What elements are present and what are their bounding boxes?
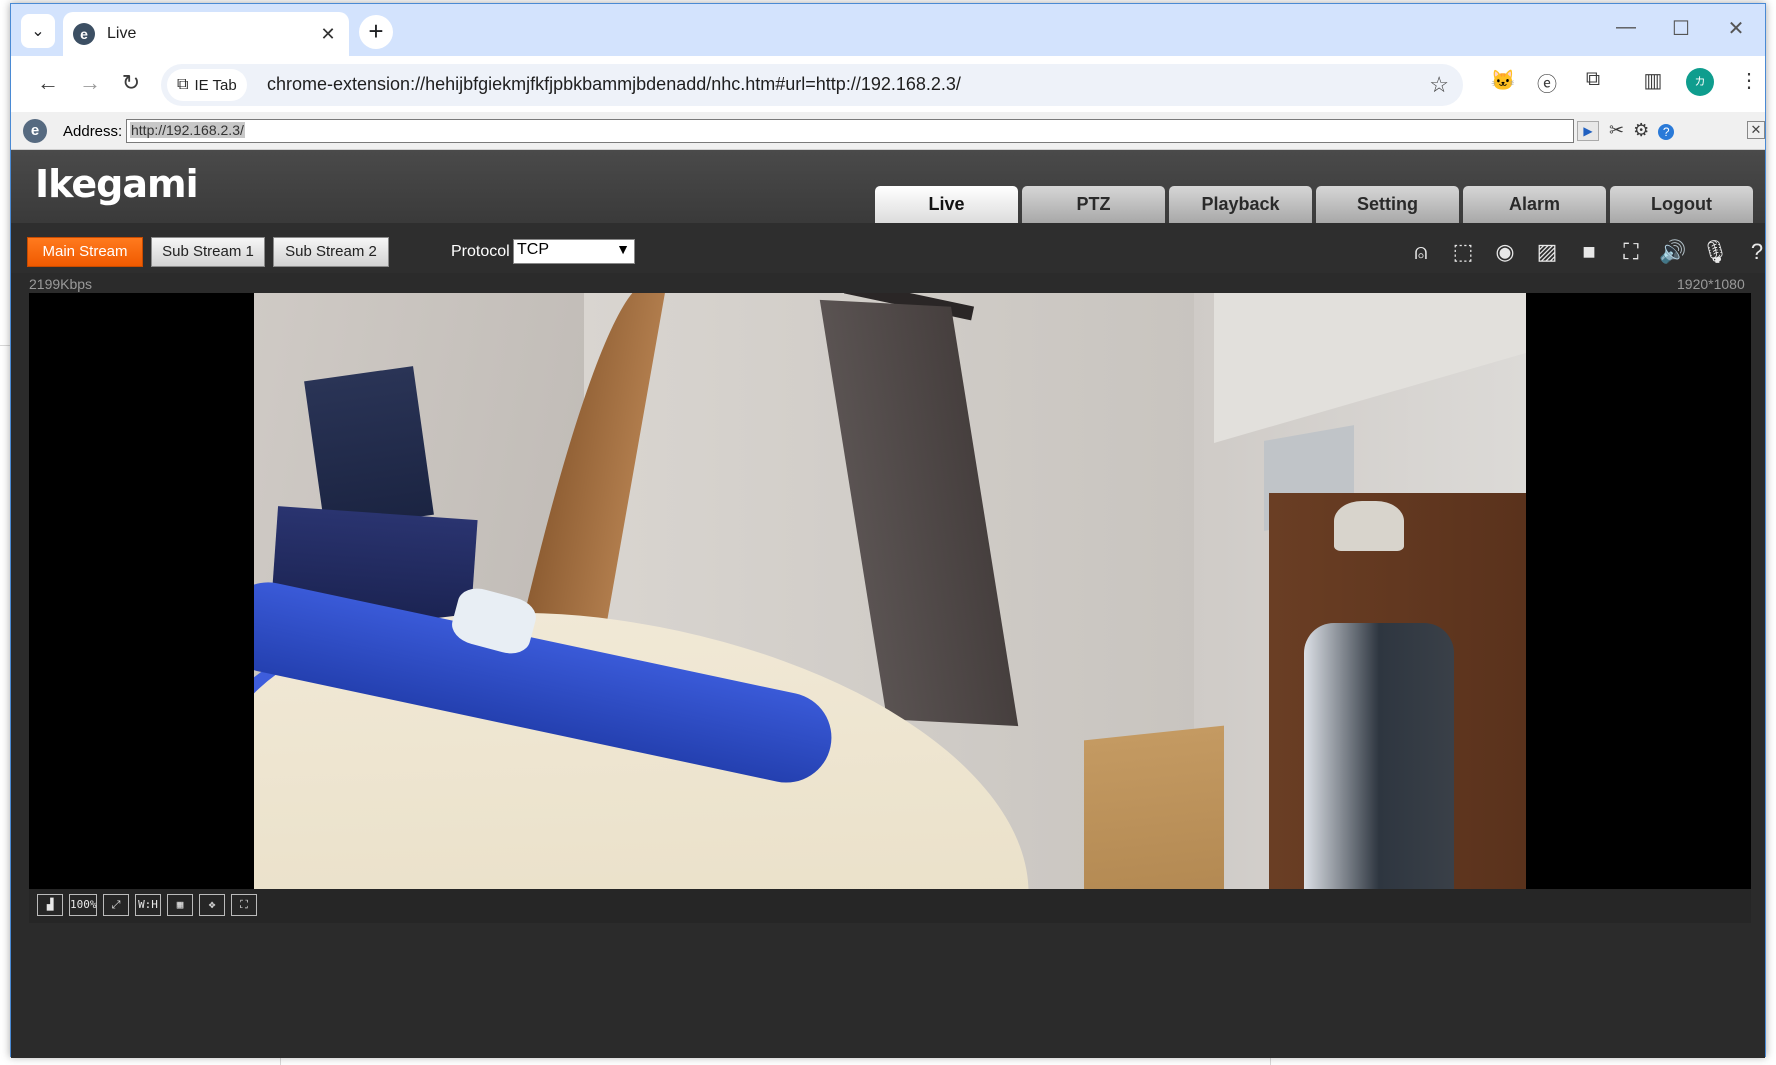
tab-title: Live	[107, 25, 137, 42]
avatar[interactable]: カ	[1686, 68, 1714, 96]
chevron-down-icon: ▼	[616, 241, 630, 257]
tab-playback[interactable]: Playback	[1169, 186, 1312, 223]
restore-icon[interactable]: ▟	[37, 894, 63, 916]
microphone-icon[interactable]: 🎙	[1699, 237, 1731, 267]
ietab-address-bar: e Address: http://192.168.2.3/ ▶ ✂ ⚙ ? ✕	[11, 112, 1765, 150]
ie-icon: e	[73, 23, 95, 45]
zoom-100-button[interactable]: 100%	[69, 894, 97, 916]
image-icon[interactable]: ▨	[1531, 237, 1563, 267]
tools-icon[interactable]: ✂	[1609, 120, 1624, 140]
record-icon[interactable]: ■	[1573, 237, 1605, 267]
fullscreen-icon[interactable]: ⛶	[1615, 237, 1647, 267]
fit-icon[interactable]: ⤢	[103, 894, 129, 916]
stream-controls: Main Stream Sub Stream 1 Sub Stream 2 Pr…	[11, 223, 1765, 273]
browser-toolbar: ← → ↻ ⧉ IE Tab chrome-extension://hehijb…	[11, 56, 1765, 112]
protocol-value: TCP	[517, 241, 549, 258]
app-footer	[11, 923, 1765, 1058]
tab-alarm[interactable]: Alarm	[1463, 186, 1606, 223]
ietab-tools: ✂ ⚙ ?	[1609, 120, 1678, 141]
close-icon[interactable]: ✕	[317, 24, 339, 45]
tab-strip: ⌄ e Live ✕ + — ☐ ✕	[11, 4, 1765, 56]
ie-icon[interactable]: ⓔ	[1533, 68, 1561, 96]
browser-window: ⌄ e Live ✕ + — ☐ ✕ ← → ↻ ⧉ IE Tab chrome…	[10, 3, 1766, 1058]
back-arrow-icon[interactable]: ←	[33, 70, 63, 96]
sub-stream-2-button[interactable]: Sub Stream 2	[273, 237, 389, 267]
minimize-icon[interactable]: —	[1611, 16, 1641, 39]
resolution-label: 1920*1080	[1677, 276, 1745, 292]
ie-icon: e	[23, 119, 47, 143]
tab-live[interactable]: Live	[875, 186, 1018, 223]
aspect-ratio-button[interactable]: W:H	[135, 894, 161, 916]
app-header: Ikegami Live PTZ Playback Setting Alarm …	[11, 150, 1765, 223]
nav-tabs: Live PTZ Playback Setting Alarm Logout	[875, 186, 1757, 223]
ratio-icon[interactable]: ▦	[167, 894, 193, 916]
forward-arrow-icon[interactable]: →	[75, 70, 105, 96]
go-arrow-icon[interactable]: ▶	[1577, 121, 1599, 141]
move-zoom-icon[interactable]: ✥	[199, 894, 225, 916]
scene-hat	[1334, 501, 1404, 551]
sub-stream-1-button[interactable]: Sub Stream 1	[151, 237, 265, 267]
fullscreen-icon[interactable]: ⛶	[231, 894, 257, 916]
snapshot-icon[interactable]: ◉	[1489, 237, 1521, 267]
puzzle-icon[interactable]: ⧉	[1579, 68, 1607, 96]
address-value: http://192.168.2.3/	[130, 122, 245, 138]
bg-divider	[1270, 1057, 1271, 1065]
maximize-icon[interactable]: ☐	[1666, 16, 1696, 41]
region-zoom-icon[interactable]: ⬚	[1447, 237, 1479, 267]
omnibox[interactable]: ⧉ IE Tab chrome-extension://hehijbfgiekm…	[161, 64, 1463, 106]
plus-icon[interactable]: +	[359, 15, 393, 49]
puzzle-icon: ⧉	[177, 76, 189, 93]
bg-divider	[280, 1057, 281, 1065]
logo: Ikegami	[35, 162, 199, 206]
protocol-label: Protocol	[451, 243, 510, 260]
scene-box	[304, 366, 434, 530]
settings-icon[interactable]: ⚙	[1633, 120, 1649, 140]
tab-logout[interactable]: Logout	[1610, 186, 1753, 223]
tab-ptz[interactable]: PTZ	[1022, 186, 1165, 223]
close-icon[interactable]: ✕	[1747, 121, 1765, 139]
reload-icon[interactable]: ↻	[116, 70, 146, 96]
bitrate-label: 2199Kbps	[29, 276, 93, 292]
video-toolbar: ▟ 100% ⤢ W:H ▦ ✥ ⛶	[29, 889, 1751, 923]
star-icon[interactable]: ☆	[1429, 72, 1449, 98]
help-icon[interactable]: ?	[1658, 124, 1675, 140]
close-icon[interactable]: ✕	[1721, 16, 1751, 41]
kebab-menu-icon[interactable]: ⋮	[1735, 68, 1763, 96]
chevron-down-icon[interactable]: ⌄	[21, 14, 55, 48]
address-label: Address:	[63, 123, 123, 140]
ietab-chip[interactable]: ⧉ IE Tab	[167, 69, 247, 101]
main-stream-button[interactable]: Main Stream	[27, 237, 143, 267]
alarm-light-icon[interactable]: ⍝	[1405, 237, 1437, 267]
side-panel-icon[interactable]: ▥	[1639, 68, 1667, 96]
url-text[interactable]: chrome-extension://hehijbfgiekmjfkfjpbkb…	[267, 74, 961, 95]
protocol-select[interactable]: TCP ▼	[513, 239, 635, 264]
help-icon[interactable]: ?	[1741, 237, 1773, 267]
speaker-icon[interactable]: 🔊	[1657, 237, 1689, 267]
tab-setting[interactable]: Setting	[1316, 186, 1459, 223]
extension-icon[interactable]: 🐱	[1489, 68, 1517, 96]
camera-app: Ikegami Live PTZ Playback Setting Alarm …	[11, 150, 1765, 1058]
live-tool-icons: ⍝ ⬚ ◉ ▨ ■ ⛶ 🔊 🎙 ?	[1405, 237, 1776, 267]
address-input[interactable]: http://192.168.2.3/	[126, 119, 1574, 143]
tab-live[interactable]: e Live ✕	[63, 12, 349, 56]
ietab-label: IE Tab	[194, 76, 237, 94]
bg-divider	[0, 345, 10, 346]
